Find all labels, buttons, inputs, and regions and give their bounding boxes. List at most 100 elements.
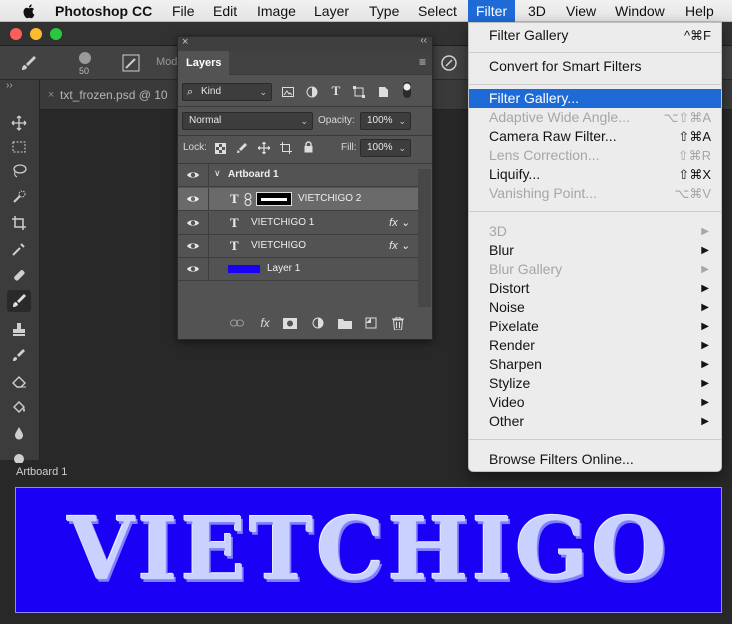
menu-help[interactable]: Help: [685, 0, 714, 22]
apple-icon[interactable]: [22, 1, 36, 21]
visibility-eye-icon[interactable]: [186, 169, 200, 181]
dodge-tool[interactable]: [7, 446, 31, 468]
lock-pixels-icon[interactable]: [235, 141, 249, 155]
app-menu[interactable]: Photoshop CC: [55, 0, 152, 22]
move-tool[interactable]: [7, 112, 31, 134]
minimize-window-button[interactable]: [30, 28, 42, 40]
new-group-folder-icon[interactable]: [337, 315, 353, 331]
fill-field[interactable]: 100% ⌄: [360, 139, 411, 157]
brush-preset-icon[interactable]: [76, 50, 94, 66]
eraser-tool[interactable]: [7, 370, 31, 392]
layer-row-vietchigo-1[interactable]: T VIETCHIGO 1 fx ⌄: [178, 212, 418, 235]
filter-toggle-icon[interactable]: [400, 82, 414, 98]
link-layers-icon[interactable]: [229, 315, 245, 331]
visibility-eye-icon[interactable]: [186, 193, 200, 205]
filter-pixel-icon[interactable]: [281, 85, 295, 99]
brush-panel-icon[interactable]: [122, 54, 140, 72]
lock-all-icon[interactable]: [301, 140, 315, 154]
brush-tool[interactable]: [7, 290, 31, 312]
menu-type[interactable]: Type: [369, 0, 399, 22]
layer-row-layer-1[interactable]: Layer 1: [178, 258, 418, 281]
airbrush-icon[interactable]: [440, 54, 458, 72]
menu-item-video[interactable]: Video ▶: [469, 393, 721, 412]
menu-item-3d[interactable]: 3D ▶: [469, 222, 721, 241]
menu-item-blur[interactable]: Blur ▶: [469, 241, 721, 260]
menu-item-adaptive-wide-angle[interactable]: Adaptive Wide Angle... ⌥⇧⌘A: [469, 108, 721, 127]
menu-item-lens-correction[interactable]: Lens Correction... ⇧⌘R: [469, 146, 721, 165]
menu-item-noise[interactable]: Noise ▶: [469, 298, 721, 317]
lasso-tool[interactable]: [7, 160, 31, 182]
menu-item-filter-gallery[interactable]: Filter Gallery...: [469, 89, 721, 108]
lock-transparent-icon[interactable]: [213, 141, 227, 155]
menu-item-camera-raw[interactable]: Camera Raw Filter... ⇧⌘A: [469, 127, 721, 146]
layer-thumbnail[interactable]: [228, 265, 260, 273]
history-brush-tool[interactable]: [7, 344, 31, 366]
menu-item-render[interactable]: Render ▶: [469, 336, 721, 355]
add-mask-icon[interactable]: [282, 315, 298, 331]
paint-bucket-tool[interactable]: [7, 396, 31, 418]
filter-kind-select[interactable]: ⌕ Kind ⌄: [182, 83, 272, 101]
close-tab-icon[interactable]: ×: [48, 80, 54, 110]
menu-image[interactable]: Image: [257, 0, 296, 22]
layer-row-vietchigo-2[interactable]: T VIETCHIGO 2: [178, 188, 418, 211]
layer-effects-icon[interactable]: fx ⌄: [389, 216, 410, 229]
menu-item-stylize[interactable]: Stylize ▶: [469, 374, 721, 393]
marquee-tool[interactable]: [7, 136, 31, 158]
menu-item-vanishing-point[interactable]: Vanishing Point... ⌥⌘V: [469, 184, 721, 203]
menu-select[interactable]: Select: [418, 0, 457, 22]
menu-3d[interactable]: 3D: [528, 0, 546, 22]
visibility-eye-icon[interactable]: [186, 217, 200, 229]
visibility-eye-icon[interactable]: [186, 263, 200, 275]
menu-filter[interactable]: Filter: [468, 0, 516, 22]
close-window-button[interactable]: [10, 28, 22, 40]
crop-tool[interactable]: [7, 212, 31, 234]
eyedropper-tool[interactable]: [7, 238, 31, 260]
add-layer-style-icon[interactable]: fx: [257, 315, 273, 331]
healing-brush-tool[interactable]: [7, 264, 31, 286]
quick-selection-tool[interactable]: [7, 186, 31, 208]
panel-menu-icon[interactable]: ≡: [419, 55, 426, 69]
menu-file[interactable]: File: [172, 0, 195, 22]
lock-artboard-icon[interactable]: [279, 141, 293, 155]
zoom-window-button[interactable]: [50, 28, 62, 40]
new-adjustment-layer-icon[interactable]: [310, 315, 326, 331]
layer-row-artboard[interactable]: ∨ Artboard 1: [178, 164, 418, 187]
brush-tool-icon[interactable]: [20, 54, 38, 72]
layer-row-vietchigo[interactable]: T VIETCHIGO fx ⌄: [178, 235, 418, 258]
menu-item-browse-filters-online[interactable]: Browse Filters Online...: [469, 450, 721, 469]
filter-smart-object-icon[interactable]: [376, 85, 390, 99]
collapse-panel-icon[interactable]: ‹‹: [420, 35, 427, 46]
layer-mask-thumbnail[interactable]: [256, 192, 292, 206]
tab-layers[interactable]: Layers: [178, 51, 230, 75]
document-tab[interactable]: × txt_frozen.psd @ 10: [48, 80, 198, 110]
menu-window[interactable]: Window: [615, 0, 665, 22]
visibility-eye-icon[interactable]: [186, 240, 200, 252]
menu-item-sharpen[interactable]: Sharpen ▶: [469, 355, 721, 374]
artboard-canvas[interactable]: VIETCHIGO: [15, 487, 722, 613]
menu-item-last-filter[interactable]: Filter Gallery ^⌘F: [469, 26, 721, 45]
blend-mode-select[interactable]: Normal ⌄: [182, 112, 313, 130]
new-layer-icon[interactable]: [363, 315, 379, 331]
menu-edit[interactable]: Edit: [213, 0, 237, 22]
trash-icon[interactable]: [390, 315, 406, 331]
layer-effects-icon[interactable]: fx ⌄: [389, 239, 410, 252]
clone-stamp-tool[interactable]: [7, 318, 31, 340]
link-chain-icon[interactable]: [244, 193, 252, 206]
opacity-field[interactable]: 100% ⌄: [360, 112, 411, 130]
filter-adjustment-icon[interactable]: [305, 85, 319, 99]
menu-layer[interactable]: Layer: [314, 0, 349, 22]
menu-item-convert-smart-filters[interactable]: Convert for Smart Filters: [469, 57, 721, 76]
close-panel-icon[interactable]: ×: [182, 36, 188, 48]
collapse-tools-icon[interactable]: ››: [6, 80, 13, 91]
menu-item-distort[interactable]: Distort ▶: [469, 279, 721, 298]
artboard-label[interactable]: Artboard 1: [16, 466, 67, 478]
lock-position-icon[interactable]: [257, 141, 271, 155]
menu-item-pixelate[interactable]: Pixelate ▶: [469, 317, 721, 336]
menu-item-liquify[interactable]: Liquify... ⇧⌘X: [469, 165, 721, 184]
blur-tool[interactable]: [7, 422, 31, 444]
menu-item-blur-gallery[interactable]: Blur Gallery ▶: [469, 260, 721, 279]
filter-shape-icon[interactable]: [352, 85, 366, 99]
menu-item-other[interactable]: Other ▶: [469, 412, 721, 431]
menu-view[interactable]: View: [566, 0, 596, 22]
filter-type-icon[interactable]: T: [329, 83, 343, 98]
